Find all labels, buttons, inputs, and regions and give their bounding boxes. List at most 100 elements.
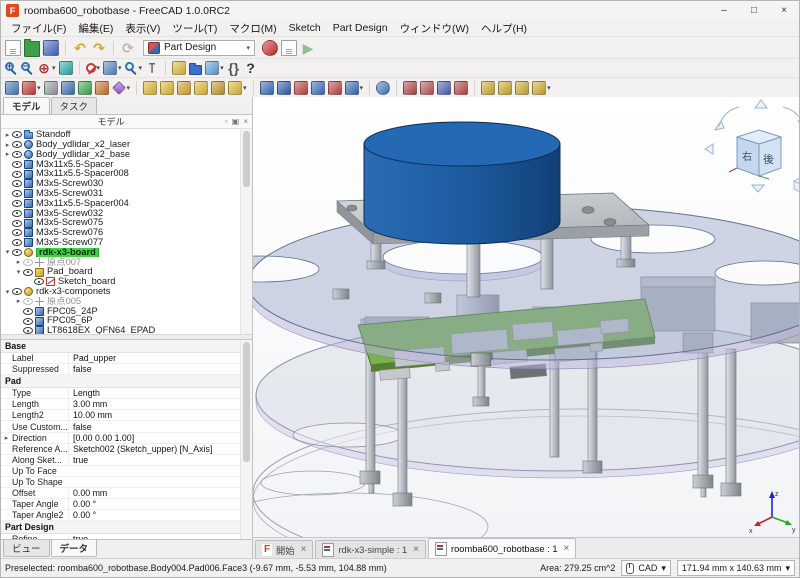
close-icon[interactable]: × (564, 543, 570, 554)
property-row[interactable]: Along Sket...true (1, 455, 241, 466)
property-group-header[interactable]: Part Design (1, 521, 241, 534)
clone-icon[interactable] (95, 81, 109, 95)
menu-item-7[interactable]: Part Design (327, 22, 394, 34)
tree-item[interactable]: LT8618EX_QFN64_EPAD (1, 326, 241, 334)
draft-icon[interactable] (420, 81, 434, 95)
3d-viewport[interactable]: 右 後 z y x (253, 97, 799, 537)
close-icon[interactable]: × (413, 544, 419, 555)
props-scrollbar-thumb[interactable] (243, 342, 250, 462)
boolean-compound-icon[interactable]: ▾ (532, 81, 551, 95)
tree-expander-icon[interactable]: ▾ (14, 268, 23, 276)
property-value[interactable]: false (68, 364, 241, 374)
visibility-eye-icon[interactable] (23, 258, 33, 267)
visibility-eye-icon[interactable] (34, 277, 44, 286)
tree-item[interactable]: ▸原点005 (1, 297, 241, 307)
shape-binder-icon[interactable] (78, 81, 92, 95)
mirrored-icon[interactable] (454, 81, 468, 95)
visibility-eye-icon[interactable] (12, 248, 22, 257)
chamfer-icon[interactable] (403, 81, 417, 95)
property-value[interactable]: true (68, 455, 241, 465)
tree-item[interactable]: Sketch_board (1, 277, 241, 287)
tree-expander-icon[interactable]: ▸ (3, 131, 12, 139)
tree-item[interactable]: FPC05_24P (1, 306, 241, 316)
tree-item[interactable]: M3x5-Screw076 (1, 228, 241, 238)
tree-expander-icon[interactable]: ▸ (3, 141, 12, 149)
tree-expander-icon[interactable]: ▾ (3, 288, 12, 296)
menu-item-8[interactable]: ウィンドウ(W) (394, 21, 475, 36)
navcube-mini-cube[interactable] (794, 178, 799, 192)
property-row[interactable]: Offset0.00 mm (1, 488, 241, 499)
workbench-selector[interactable]: Part Design ▾ (143, 40, 255, 56)
zoom-region-icon[interactable]: ▾ (125, 62, 143, 75)
visibility-eye-icon[interactable] (12, 130, 22, 139)
menu-item-6[interactable]: Sketch (283, 22, 327, 34)
tree-scrollbar-thumb[interactable] (243, 131, 250, 187)
property-row[interactable]: Taper Angle0.00 ° (1, 499, 241, 510)
pad-icon[interactable] (143, 81, 157, 95)
undo-icon[interactable]: ↶ (72, 40, 88, 56)
minimize-button[interactable]: – (709, 1, 739, 20)
edit-sketch-icon[interactable] (44, 81, 58, 95)
subtractive-pipe-icon[interactable] (328, 81, 342, 95)
visibility-eye-icon[interactable] (12, 140, 22, 149)
visibility-eye-icon[interactable] (12, 209, 22, 218)
zoom-in-icon[interactable]: + (5, 62, 18, 75)
property-row[interactable]: Length210.00 mm (1, 410, 241, 421)
fillet-icon[interactable] (376, 81, 390, 95)
property-row[interactable]: LabelPad_upper (1, 353, 241, 364)
tree-expander-icon[interactable]: ▾ (3, 248, 12, 256)
redo-icon[interactable]: ↷ (91, 40, 107, 56)
visibility-eye-icon[interactable] (12, 179, 22, 188)
property-row[interactable]: Suppressedfalse (1, 364, 241, 375)
additive-pipe-icon[interactable] (194, 81, 208, 95)
make-link-icon[interactable]: ▾ (205, 61, 224, 75)
visibility-eye-icon[interactable] (23, 317, 33, 326)
std-part-icon[interactable] (172, 61, 186, 75)
tree-item[interactable]: ▾Pad_board (1, 267, 241, 277)
visibility-eye-icon[interactable] (12, 189, 22, 198)
tree-item[interactable]: ▾rdk-x3-componets (1, 287, 241, 297)
visibility-eye-icon[interactable] (23, 307, 33, 316)
additive-loft-icon[interactable] (177, 81, 191, 95)
isometric-view-icon[interactable]: ▾ (103, 61, 122, 75)
visibility-eye-icon[interactable] (12, 228, 22, 237)
tab-property-1[interactable]: ビュー (3, 540, 50, 557)
property-value[interactable]: false (68, 422, 241, 432)
visibility-eye-icon[interactable] (23, 326, 33, 334)
tree-expander-icon[interactable]: ▸ (3, 150, 12, 158)
tree-item[interactable]: ▸Standoff (1, 130, 241, 140)
property-value[interactable]: 3.00 mm (68, 399, 241, 409)
visibility-eye-icon[interactable] (12, 219, 22, 228)
refresh-icon[interactable]: ⟳ (120, 40, 136, 56)
menu-item-5[interactable]: マクロ(M) (223, 21, 282, 36)
select-view-icon[interactable] (59, 61, 73, 75)
tab-combo-view-1[interactable]: モデル (3, 97, 50, 114)
pocket-icon[interactable] (260, 81, 274, 95)
tab-property-2[interactable]: データ (51, 540, 98, 557)
boolean-common-icon[interactable] (515, 81, 529, 95)
tree-item[interactable]: M3x5-Screw032 (1, 208, 241, 218)
property-row[interactable]: Up To Shape (1, 477, 241, 488)
revolution-icon[interactable] (160, 81, 174, 95)
open-file-icon[interactable] (24, 38, 40, 57)
property-row[interactable]: Refinetrue (1, 534, 241, 539)
property-expander-icon[interactable]: ▸ (1, 434, 12, 442)
property-row[interactable]: Taper Angle20.00 ° (1, 510, 241, 521)
visibility-eye-icon[interactable] (12, 170, 22, 179)
tree-item[interactable]: ▸Body_ydlidar_x2_laser (1, 140, 241, 150)
maximize-button[interactable]: □ (739, 1, 769, 20)
whats-this-icon[interactable]: ? (244, 61, 258, 75)
macro-edit-icon[interactable] (281, 40, 297, 56)
close-icon[interactable]: × (301, 544, 307, 555)
hole-icon[interactable] (277, 81, 291, 95)
property-value[interactable]: 0.00 ° (68, 510, 241, 520)
datum-icon[interactable]: ▾ (112, 81, 131, 95)
visibility-eye-icon[interactable] (23, 268, 33, 277)
tree-scrollbar[interactable] (240, 129, 252, 334)
property-value[interactable]: Length (68, 388, 241, 398)
expression-icon[interactable]: {} (227, 61, 241, 75)
menu-item-2[interactable]: 編集(E) (72, 21, 119, 36)
visibility-eye-icon[interactable] (12, 238, 22, 247)
property-value[interactable]: 0.00 ° (68, 499, 241, 509)
new-file-icon[interactable] (5, 40, 21, 56)
